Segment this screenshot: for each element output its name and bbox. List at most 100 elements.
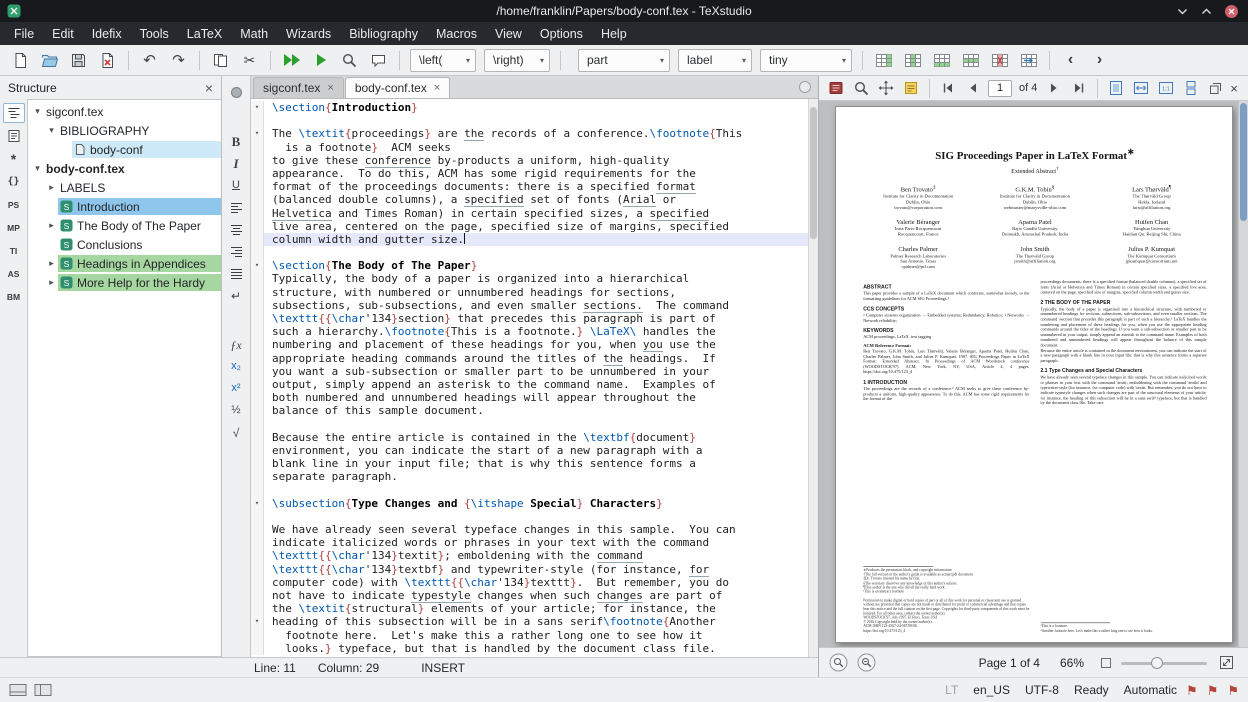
save-document-button[interactable] [65,47,92,73]
metapost-tab[interactable]: MP [3,218,25,238]
editor-line-text[interactable]: \texttt{{\char'134}section} that precede… [264,312,808,325]
tab-list-button[interactable] [798,80,812,94]
sqrt-button[interactable]: √ [225,422,248,443]
tree-item-headings-in-appendices[interactable]: ▸SHeadings in Appendices [28,254,221,273]
pstricks-tab[interactable]: PS [3,195,25,215]
close-panel-button[interactable]: × [205,81,213,95]
previous-page-button[interactable] [961,77,985,99]
editor-scrollbar[interactable] [808,99,818,657]
bold-button[interactable]: B [225,131,248,152]
fold-marker-icon[interactable]: ▾ [251,497,264,510]
editor-line-text[interactable] [264,114,808,127]
editor-line-text[interactable]: looks.} typeface, but that is handled by… [264,642,808,655]
editor-line-text[interactable]: column width and gutter size. [264,233,808,246]
text-select-button[interactable] [899,77,923,99]
table-next-cell-button[interactable] [1015,47,1042,73]
original-size-button[interactable]: 1:1 [1154,77,1178,99]
symbols-tab[interactable]: * [3,149,25,169]
menu-wizards[interactable]: Wizards [277,24,340,44]
comment-button[interactable] [365,47,392,73]
editor-line-text[interactable]: not have to indicate typestyle changes w… [264,589,808,602]
menu-math[interactable]: Math [231,24,277,44]
scroll-tool-button[interactable] [874,77,898,99]
bookmarks-tab[interactable] [3,126,25,146]
editor-line-text[interactable] [264,483,808,496]
editor-line-text[interactable]: Helvetica and Times Roman) in certain sp… [264,207,808,220]
fold-marker-icon[interactable]: ▾ [251,127,264,140]
editor-line-text[interactable]: is a footnote} ACM seeks [264,141,808,154]
left-delimiter-combo[interactable]: \left(▾ [410,49,476,72]
zoom-slider[interactable] [1121,655,1207,671]
editor-line-text[interactable]: heading of this subsection will be in a … [264,615,808,628]
subscript-button[interactable]: x₂ [225,356,248,377]
editor-line-text[interactable]: We have already seen several typeface ch… [264,523,808,536]
languagetool-status[interactable]: LT [945,683,958,697]
fold-marker-icon[interactable]: ▾ [251,259,264,272]
editor-line-text[interactable]: Typically, the body of a paper is organi… [264,272,808,285]
magnifier-tool-button[interactable] [849,77,873,99]
next-page-button[interactable] [1042,77,1066,99]
table-add-row-button[interactable] [928,47,955,73]
tree-item-bibliography[interactable]: ▾BIBLIOGRAPHY [28,121,221,140]
first-page-button[interactable] [936,77,960,99]
tree-item-more-help-for-the-hardy[interactable]: ▸SMore Help for the Hardy [28,273,221,292]
go-back-button[interactable]: ‹ [1057,47,1084,73]
tree-item-conclusions[interactable]: SConclusions [28,235,221,254]
fold-marker-icon[interactable]: ▾ [251,615,264,628]
editor-line-text[interactable]: appearance. To do this, ACM has some rig… [264,167,808,180]
menu-tools[interactable]: Tools [131,24,178,44]
menu-help[interactable]: Help [592,24,636,44]
code-editor[interactable]: ▾\section{Introduction}▾The \textit{proc… [251,99,808,657]
editor-line-text[interactable]: indicate italicized words or phrases in … [264,536,808,549]
encoding-status[interactable]: UTF-8 [1025,683,1059,697]
tree-item-body-conf[interactable]: body-conf [28,140,221,159]
minimize-button[interactable] [1176,5,1189,18]
editor-line-text[interactable]: balance of this sample document. [264,404,808,417]
close-viewer-button[interactable]: × [1225,75,1243,101]
editor-line-text[interactable]: The \textit{proceedings} are the records… [264,127,808,140]
menu-options[interactable]: Options [531,24,592,44]
editor-line-text[interactable]: structure, with numbered or unnumbered h… [264,286,808,299]
editor-scrollbar-thumb[interactable] [810,107,817,239]
editor-line-text[interactable]: format of the proceedings documents: the… [264,180,808,193]
close-icon[interactable]: × [327,83,333,94]
brackets-tab[interactable]: {} [3,172,25,192]
ready-status[interactable]: Ready [1074,683,1109,697]
editor-line-text[interactable]: \subsection{Type Changes and {\itshape S… [264,497,808,510]
structure-tab[interactable] [3,103,25,123]
editor-line-text[interactable]: computer code) with \texttt{{\char'134}t… [264,576,808,589]
table-add-column-button[interactable] [870,47,897,73]
expand-arrow-icon[interactable]: ▸ [45,277,58,288]
tree-item-body-conf-tex[interactable]: ▾body-conf.tex [28,159,221,178]
beamer-tab[interactable]: BM [3,287,25,307]
maximize-button[interactable] [1200,5,1213,18]
zoom-box-button[interactable] [1097,650,1115,676]
new-document-button[interactable] [7,47,34,73]
asymptote-tab[interactable]: AS [3,264,25,284]
page-number-input[interactable] [988,80,1012,97]
reference-combo[interactable]: label▾ [678,49,752,72]
table-delete-button[interactable] [986,47,1013,73]
expand-arrow-icon[interactable]: ▸ [45,220,58,231]
slider-thumb[interactable] [1151,657,1163,669]
option-circle-button[interactable] [225,82,248,103]
editor-line-text[interactable]: \section{The Body of The Paper} [264,259,808,272]
bookmark-flag-3[interactable]: ⚑ [1227,684,1239,697]
tikz-tab[interactable]: TI [3,241,25,261]
bookmark-flag-1[interactable]: ⚑ [1186,684,1198,697]
tree-item-introduction[interactable]: SIntroduction [28,197,221,216]
pdf-scrollbar-thumb[interactable] [1240,103,1247,221]
go-forward-button[interactable]: › [1086,47,1113,73]
editor-line-text[interactable] [264,246,808,259]
editor-line-text[interactable]: the \textit{structural} elements of your… [264,602,808,615]
undo-button[interactable]: ↶ [136,47,163,73]
magnifier-zoom-button[interactable] [855,652,877,674]
compile-button[interactable] [307,47,334,73]
editor-line-text[interactable]: environment, you can indicate the start … [264,444,808,457]
pdf-page[interactable]: SIG Proceedings Paper in LaTeX Format∗ E… [835,106,1233,643]
close-icon[interactable]: × [434,83,440,94]
detach-viewer-button[interactable] [1206,75,1224,101]
fontsize-combo[interactable]: tiny▾ [760,49,852,72]
editor-line-text[interactable]: both numbered and unnumbered headings wi… [264,391,808,404]
collapse-arrow-icon[interactable]: ▾ [31,163,44,174]
